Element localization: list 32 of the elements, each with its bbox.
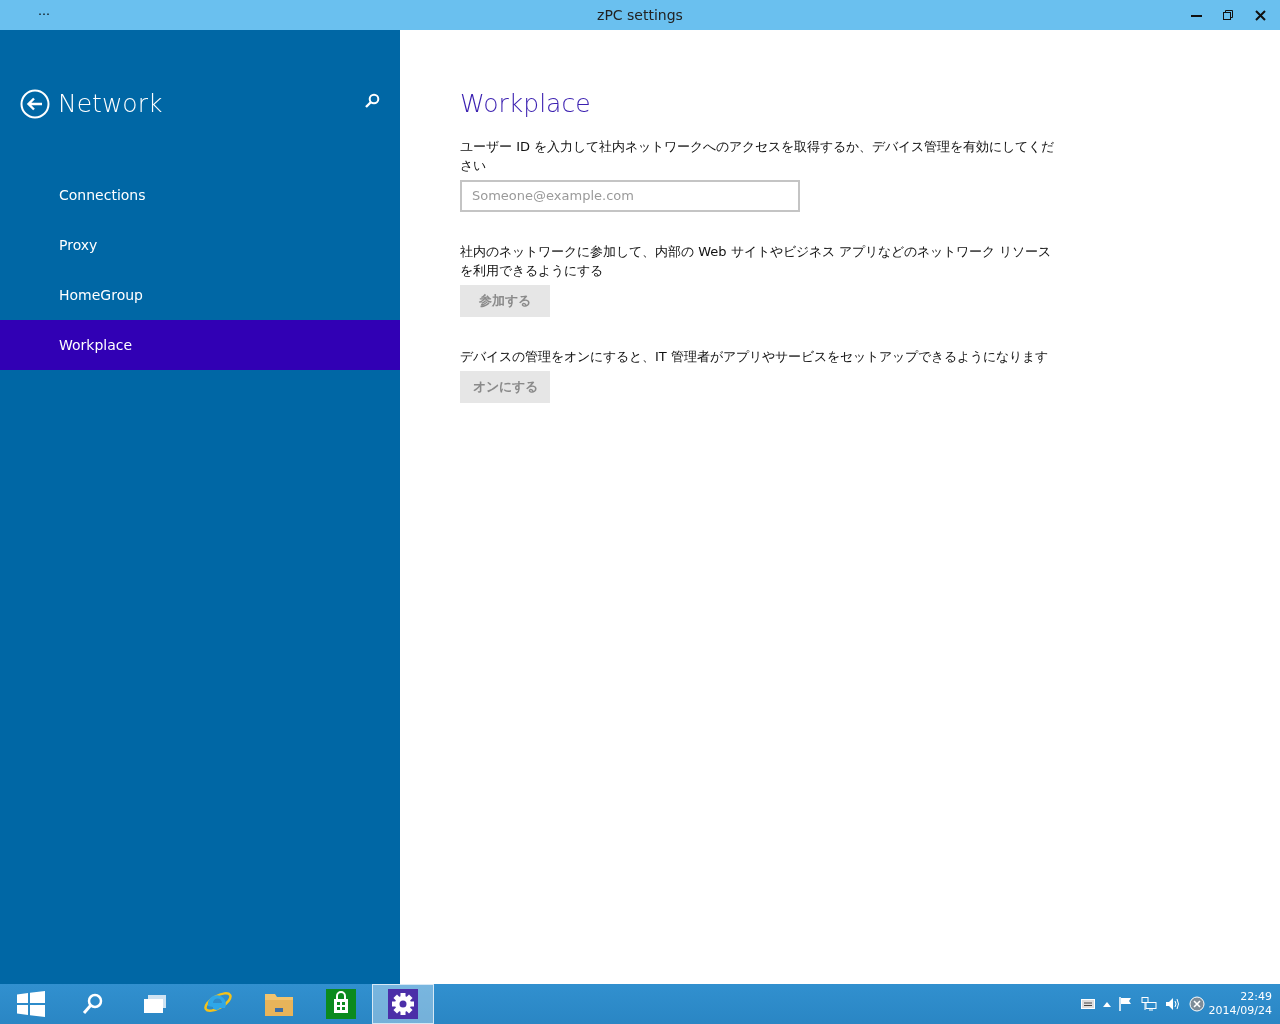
description-text: ユーザー ID を入力して社内ネットワークへのアクセスを取得するか、デバイス管理を有効にしてください bbox=[460, 137, 1056, 175]
sidebar-item[interactable]: Proxy bbox=[0, 220, 400, 270]
page-title: Network bbox=[58, 88, 163, 120]
search-icon[interactable] bbox=[364, 93, 380, 109]
description-text: 社内のネットワークに参加して、内部の Web サイトやビジネス アプリなどのネットワーク リソースを利用できるようにする bbox=[460, 242, 1052, 280]
shopping-bag-icon bbox=[326, 989, 356, 1019]
speaker-icon[interactable] bbox=[1164, 997, 1181, 1011]
network-icon[interactable] bbox=[1140, 997, 1157, 1011]
clock-date: 2014/09/24 bbox=[1208, 1004, 1272, 1018]
section-title: Workplace bbox=[460, 88, 592, 120]
window-title: zPC settings bbox=[597, 5, 683, 25]
user-id-field[interactable]: Someone@example.com bbox=[460, 179, 800, 212]
flag-icon[interactable] bbox=[1118, 997, 1133, 1011]
blocked-icon[interactable] bbox=[1188, 996, 1205, 1012]
gear-icon bbox=[388, 989, 418, 1019]
sidebar-item[interactable]: Workplace bbox=[0, 320, 400, 370]
folder-icon bbox=[264, 991, 294, 1017]
restore-icon bbox=[1223, 10, 1233, 20]
chevron-up-icon[interactable] bbox=[1102, 1001, 1111, 1007]
sidebar-item[interactable]: Connections bbox=[0, 170, 400, 220]
keyboard-icon[interactable] bbox=[1080, 999, 1095, 1009]
close-icon bbox=[1254, 9, 1266, 21]
taskbar-button[interactable] bbox=[372, 984, 434, 1024]
sidebar-item[interactable]: HomeGroup bbox=[0, 270, 400, 320]
windows-icon bbox=[143, 994, 167, 1014]
clock-time: 22:49 bbox=[1239, 990, 1272, 1004]
back-icon[interactable] bbox=[20, 89, 50, 119]
windows-logo-icon bbox=[17, 991, 45, 1017]
menu-button[interactable]: … bbox=[38, 2, 50, 20]
minimize-icon bbox=[1190, 13, 1202, 17]
search-icon bbox=[81, 992, 105, 1016]
description-text: デバイスの管理をオンにすると、IT 管理者がアプリやサービスをセットアップできるようになります bbox=[460, 347, 1049, 366]
